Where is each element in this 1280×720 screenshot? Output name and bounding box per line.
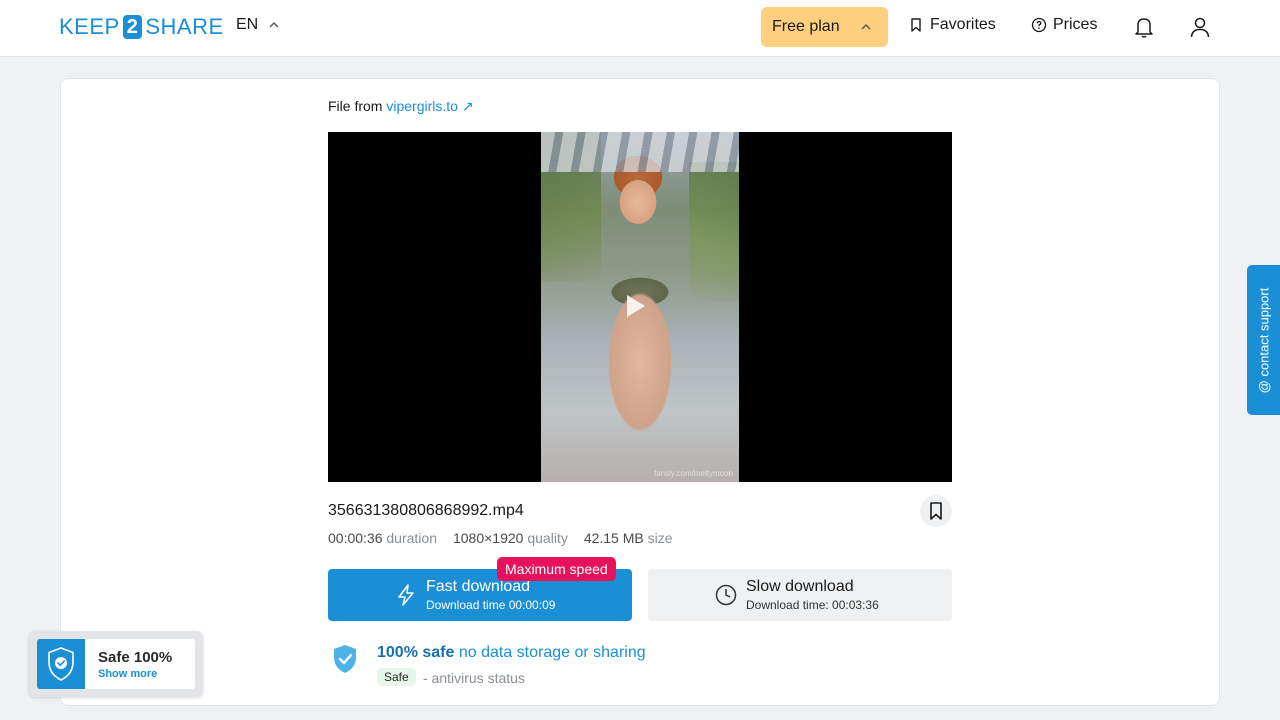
slow-download-title: Slow download <box>746 578 854 595</box>
duration-info: 00:00:36 duration <box>328 530 437 546</box>
safe-widget[interactable]: Safe 100% Show more <box>29 631 203 697</box>
file-from-prefix: File from <box>328 98 383 114</box>
plan-label: Free plan <box>772 18 840 35</box>
shield-check-icon <box>334 645 356 673</box>
contact-support-label: @ contact support <box>1256 287 1272 393</box>
logo-two: 2 <box>122 15 143 39</box>
shield-check-icon <box>48 647 74 681</box>
antivirus-status-label: - antivirus status <box>423 670 525 686</box>
logo-keep: KEEP <box>59 14 120 39</box>
fast-download-time: Download time 00:00:09 <box>426 598 556 612</box>
logo-share: SHARE <box>145 14 224 39</box>
user-icon <box>1190 17 1210 38</box>
prices-link[interactable]: Prices <box>1031 16 1097 34</box>
safety-indicator <box>332 644 358 674</box>
bookmark-icon <box>911 18 921 32</box>
chevron-up-icon <box>861 24 871 30</box>
favorites-link[interactable]: Favorites <box>908 16 996 34</box>
free-plan-button[interactable]: Free plan <box>761 7 888 47</box>
video-preview[interactable]: fansly.com/meltymoon <box>328 132 952 482</box>
quality-info: 1080×1920 quality <box>452 530 568 546</box>
source-link[interactable]: vipergirls.to ↗ <box>386 98 473 114</box>
keep2share-logo[interactable]: KEEP 2 SHARE <box>59 14 224 40</box>
slow-download-time: Download time: 00:03:36 <box>746 598 879 612</box>
chevron-up-icon <box>269 22 279 28</box>
top-header: KEEP 2 SHARE EN Free plan Favorites Prices <box>0 0 1280 57</box>
maximum-speed-badge: Maximum speed <box>497 557 616 581</box>
add-to-favorites-button[interactable] <box>920 495 952 527</box>
prices-label: Prices <box>1053 16 1098 33</box>
file-name: 356631380806868992.mp4 <box>328 502 524 519</box>
clock-icon <box>715 584 737 606</box>
show-more-link[interactable]: Show more <box>98 668 157 680</box>
file-source: File from vipergirls.to ↗ <box>328 98 474 115</box>
account-button[interactable] <box>1188 14 1212 40</box>
question-circle-icon <box>1031 17 1047 33</box>
notifications-button[interactable] <box>1132 14 1156 40</box>
bell-icon <box>1135 18 1153 38</box>
lightning-icon <box>398 584 414 606</box>
size-info: 42.15 MB size <box>583 530 673 546</box>
play-icon[interactable] <box>627 295 645 317</box>
bookmark-icon <box>930 502 942 520</box>
slow-download-button[interactable]: Slow download Download time: 00:03:36 <box>648 569 952 621</box>
language-selector[interactable]: EN <box>236 16 280 34</box>
external-link-icon: ↗ <box>461 98 474 114</box>
safety-title: 100% safe no data storage or sharing <box>377 644 646 661</box>
safe-status-badge: Safe <box>377 668 416 686</box>
file-metadata: 00:00:36 duration 1080×1920 quality 42.1… <box>328 530 673 546</box>
safe-widget-title: Safe 100% <box>98 649 173 666</box>
favorites-label: Favorites <box>930 16 996 33</box>
video-watermark: fansly.com/meltymoon <box>654 469 733 478</box>
contact-support-tab[interactable]: @ contact support <box>1247 265 1280 415</box>
language-label: EN <box>236 16 259 33</box>
